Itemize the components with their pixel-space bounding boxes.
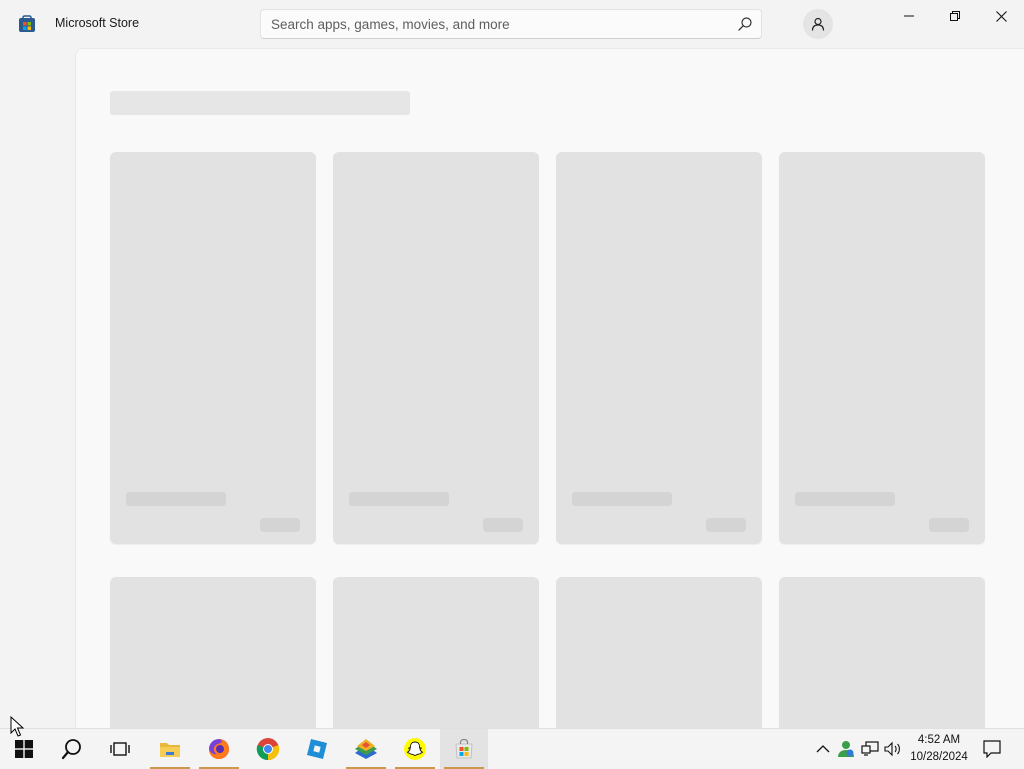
chrome-button[interactable] [244,729,292,769]
roblox-studio-icon [307,739,327,759]
account-button[interactable] [803,9,833,39]
heading-skeleton [110,91,410,115]
people-icon [838,741,854,757]
people-tray-button[interactable] [836,739,856,759]
card-title-skeleton [126,492,226,506]
mouse-cursor-icon [10,716,24,737]
stacked-app-button[interactable] [342,729,390,769]
person-icon [811,17,825,31]
close-button[interactable] [978,0,1024,32]
action-center-button[interactable] [982,739,1002,759]
app-card-skeleton[interactable] [333,577,539,728]
task-view-button[interactable] [96,729,144,769]
app-card-skeleton[interactable] [779,152,985,544]
search-input[interactable] [260,9,762,39]
snapchat-icon [404,738,426,760]
minimize-icon [904,15,914,17]
app-card-skeleton[interactable] [333,152,539,544]
microsoft-store-icon [19,15,35,32]
volume-button[interactable] [883,739,903,759]
microsoft-store-taskbar-button[interactable] [440,729,488,769]
speaker-icon [884,741,900,757]
chrome-icon [256,738,280,761]
clock-date: 10/28/2024 [910,751,968,763]
network-button[interactable] [860,739,880,759]
folder-icon [160,743,180,757]
close-icon [995,10,1007,22]
task-view-icon [110,742,130,756]
card-title-skeleton [349,492,449,506]
microsoft-store-window: Microsoft Store [0,0,1024,728]
card-price-skeleton [706,518,746,532]
show-hidden-icons-button[interactable] [813,739,833,759]
taskbar-search-button[interactable] [48,729,96,769]
card-price-skeleton [483,518,523,532]
minimize-button[interactable] [886,0,932,32]
app-card-skeleton[interactable] [556,577,762,728]
chevron-up-icon [816,745,830,753]
clock-time: 4:52 AM [917,734,961,746]
file-explorer-button[interactable] [146,729,194,769]
card-price-skeleton [929,518,969,532]
windows-logo-icon [15,740,33,758]
navigation-pane [0,48,75,728]
app-card-skeleton[interactable] [110,577,316,728]
title-bar: Microsoft Store [0,0,1024,48]
stacked-app-icon [355,739,377,759]
taskbar-clock[interactable]: 4:52 AM 10/28/2024 [906,732,972,766]
app-card-skeleton[interactable] [556,152,762,544]
network-icon [861,741,879,756]
app-card-skeleton[interactable] [779,577,985,728]
firefox-button[interactable] [195,729,243,769]
app-title: Microsoft Store [55,16,140,30]
restore-icon [950,11,960,21]
taskbar: 4:52 AM 10/28/2024 [0,728,1024,769]
notification-icon [983,740,1001,758]
store-bag-icon [455,738,473,759]
content-area [75,48,1024,728]
start-button[interactable] [0,729,48,769]
firefox-icon [209,739,229,759]
search-icon [61,739,81,760]
card-title-skeleton [572,492,672,506]
card-title-skeleton [795,492,895,506]
app-card-skeleton[interactable] [110,152,316,544]
restore-button[interactable] [932,0,978,32]
card-price-skeleton [260,518,300,532]
search-icon[interactable] [737,16,753,32]
roblox-studio-button[interactable] [293,729,341,769]
snapchat-button[interactable] [391,729,439,769]
